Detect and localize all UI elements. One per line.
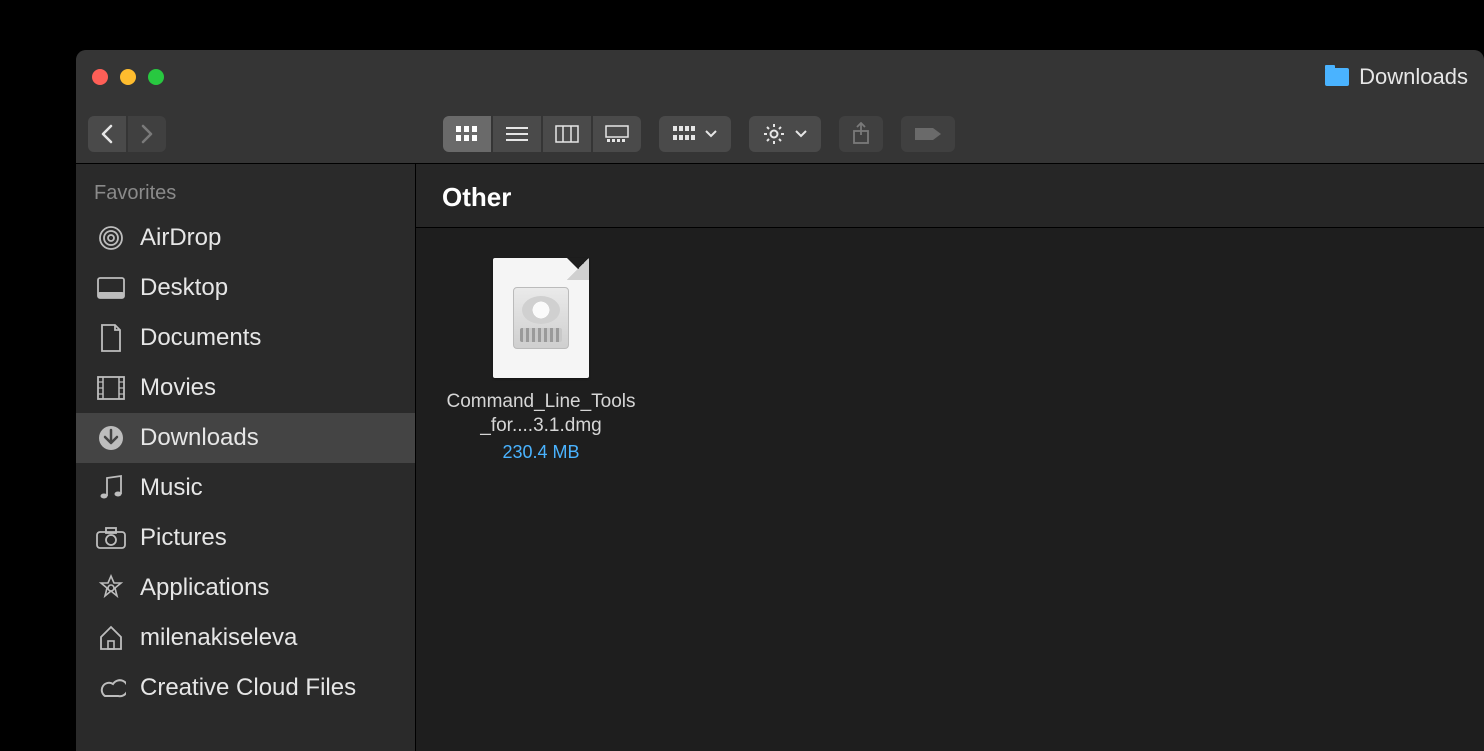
window-body: Favorites AirDrop Desktop Documents xyxy=(76,164,1484,751)
maximize-button[interactable] xyxy=(148,69,164,85)
home-icon xyxy=(96,623,126,653)
list-view-button[interactable] xyxy=(493,116,541,152)
view-mode-buttons xyxy=(443,116,641,152)
gallery-view-button[interactable] xyxy=(593,116,641,152)
sidebar-item-label: AirDrop xyxy=(140,224,221,252)
applications-icon xyxy=(96,573,126,603)
movies-icon xyxy=(96,373,126,403)
gallery-icon xyxy=(605,125,629,143)
tags-button[interactable] xyxy=(901,116,955,152)
chevron-down-icon xyxy=(705,130,717,138)
sidebar-item-documents[interactable]: Documents xyxy=(76,313,415,363)
disk-glyph xyxy=(513,287,569,349)
sidebar-item-pictures[interactable]: Pictures xyxy=(76,513,415,563)
titlebar: Downloads xyxy=(76,50,1484,104)
folder-icon xyxy=(1325,68,1349,86)
documents-icon xyxy=(96,323,126,353)
file-grid[interactable]: Command_Line_Tools_for....3.1.dmg 230.4 … xyxy=(416,228,1484,493)
share-icon xyxy=(851,122,871,146)
main-area: Other Command_Line_Tools_for....3.1.dmg … xyxy=(416,164,1484,751)
list-icon xyxy=(505,125,529,143)
arrange-button[interactable] xyxy=(659,116,731,152)
sidebar-heading: Favorites xyxy=(76,178,415,213)
sidebar-item-desktop[interactable]: Desktop xyxy=(76,263,415,313)
grid-icon xyxy=(455,125,479,143)
forward-button[interactable] xyxy=(128,116,166,152)
back-button[interactable] xyxy=(88,116,126,152)
share-button[interactable] xyxy=(839,116,883,152)
action-button[interactable] xyxy=(749,116,821,152)
window-title: Downloads xyxy=(1325,64,1468,90)
gear-icon xyxy=(763,123,785,145)
airdrop-icon xyxy=(96,223,126,253)
downloads-icon xyxy=(96,423,126,453)
window-title-text: Downloads xyxy=(1359,64,1468,90)
file-size: 230.4 MB xyxy=(446,442,636,463)
sidebar-item-label: milenakiseleva xyxy=(140,624,297,652)
columns-icon xyxy=(555,125,579,143)
traffic-lights xyxy=(92,69,164,85)
sidebar-item-applications[interactable]: Applications xyxy=(76,563,415,613)
close-button[interactable] xyxy=(92,69,108,85)
toolbar xyxy=(76,104,1484,164)
sidebar-item-label: Downloads xyxy=(140,424,259,452)
chevron-left-icon xyxy=(100,124,114,144)
sidebar-item-label: Pictures xyxy=(140,524,227,552)
icon-view-button[interactable] xyxy=(443,116,491,152)
sidebar-item-airdrop[interactable]: AirDrop xyxy=(76,213,415,263)
file-name: Command_Line_Tools_for....3.1.dmg xyxy=(446,390,636,438)
sidebar-item-label: Applications xyxy=(140,574,269,602)
sidebar-item-label: Music xyxy=(140,474,203,502)
sidebar-item-movies[interactable]: Movies xyxy=(76,363,415,413)
creative-cloud-icon xyxy=(96,673,126,703)
sidebar-item-label: Creative Cloud Files xyxy=(140,674,356,702)
sidebar-item-creative-cloud[interactable]: Creative Cloud Files xyxy=(76,663,415,713)
minimize-button[interactable] xyxy=(120,69,136,85)
file-item[interactable]: Command_Line_Tools_for....3.1.dmg 230.4 … xyxy=(446,258,636,463)
chevron-right-icon xyxy=(140,124,154,144)
pictures-icon xyxy=(96,523,126,553)
sidebar-item-label: Movies xyxy=(140,374,216,402)
tag-icon xyxy=(913,125,943,143)
sidebar-item-home[interactable]: milenakiseleva xyxy=(76,613,415,663)
sidebar-item-label: Desktop xyxy=(140,274,228,302)
arrange-icon xyxy=(673,126,695,142)
nav-buttons xyxy=(88,116,166,152)
sidebar-item-label: Documents xyxy=(140,324,261,352)
finder-window: Downloads xyxy=(76,50,1484,751)
dmg-file-icon xyxy=(493,258,589,378)
sidebar: Favorites AirDrop Desktop Documents xyxy=(76,164,416,751)
sidebar-item-downloads[interactable]: Downloads xyxy=(76,413,415,463)
desktop-icon xyxy=(96,273,126,303)
music-icon xyxy=(96,473,126,503)
chevron-down-icon xyxy=(795,130,807,138)
section-header: Other xyxy=(416,164,1484,228)
column-view-button[interactable] xyxy=(543,116,591,152)
sidebar-item-music[interactable]: Music xyxy=(76,463,415,513)
